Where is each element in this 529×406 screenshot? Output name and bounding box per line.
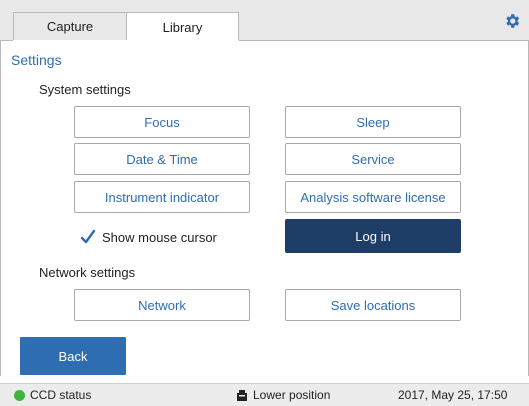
system-settings-label: System settings [39,82,131,97]
page-title: Settings [11,52,62,68]
active-tab-gap [13,40,239,41]
top-bar: Capture Library [0,0,529,41]
show-mouse-cursor-checkbox[interactable]: Show mouse cursor [80,226,217,248]
network-settings-label: Network settings [39,265,136,280]
ccd-status-label: CCD status [30,388,92,402]
tab-library[interactable]: Library [126,12,239,41]
focus-button[interactable]: Focus [74,106,250,138]
date-time-button[interactable]: Date & Time [74,143,250,175]
service-button[interactable]: Service [285,143,461,175]
tab-library-label: Library [162,19,203,35]
save-locations-button[interactable]: Save locations [285,289,461,321]
analysis-software-license-button[interactable]: Analysis software license [285,181,461,213]
ccd-status-indicator [14,390,25,401]
checkmark-icon [80,229,96,244]
gear-icon[interactable] [501,10,523,32]
show-mouse-cursor-label: Show mouse cursor [102,229,217,245]
datetime-label: 2017, May 25, 17:50 [398,388,508,402]
network-button[interactable]: Network [74,289,250,321]
sleep-button[interactable]: Sleep [285,106,461,138]
position-label: Lower position [253,388,331,402]
instrument-indicator-button[interactable]: Instrument indicator [74,181,250,213]
panel-border-left [0,40,1,376]
tab-capture[interactable]: Capture [13,12,127,40]
status-bar: CCD status Lower position 2017, May 25, … [0,383,529,406]
back-button[interactable]: Back [20,337,126,375]
tray-icon [237,390,247,401]
tab-capture-label: Capture [46,19,94,34]
log-in-button[interactable]: Log in [285,219,461,253]
